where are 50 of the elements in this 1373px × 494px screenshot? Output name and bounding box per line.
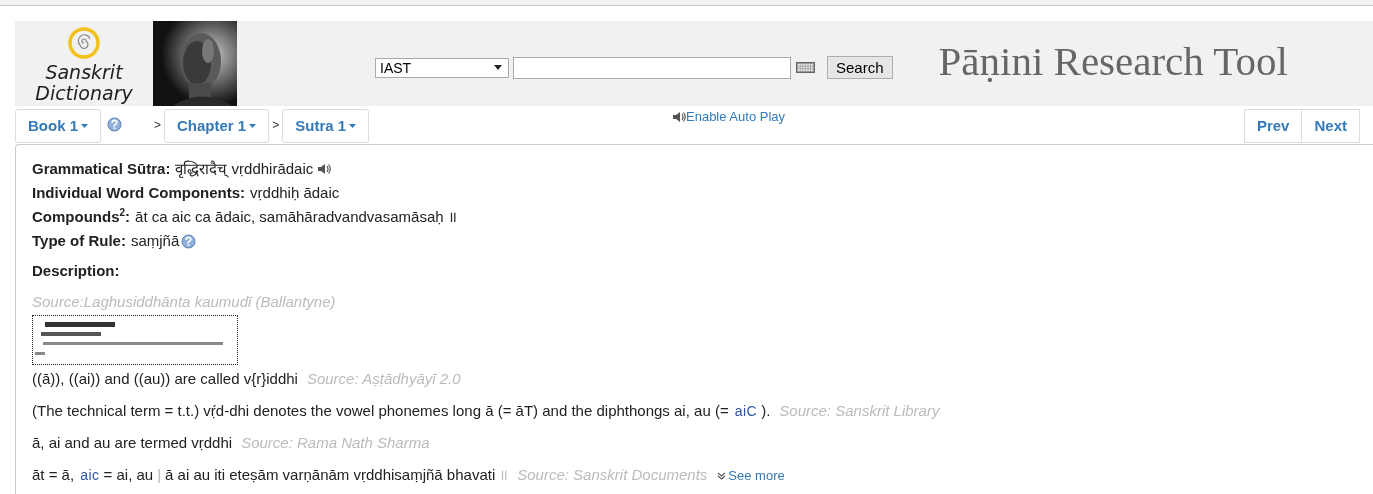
field-label: Grammatical Sūtra: [32,159,171,179]
source-text: Source: Rama Nath Sharma [241,433,430,453]
logo-text: Sanskrit [45,62,123,83]
entry-text: ā, ai and au are termed vṛddhi [32,433,233,453]
entry-text: ((ā)), ((ai)) and ((au)) are called v{r}iddhi [32,369,298,389]
sutra-dropdown[interactable]: Sutra 1 [282,108,370,143]
section-heading: Description: [32,261,121,281]
field-label: Type of Rule: [32,231,126,251]
source-text: Source:Laghusiddhānta kaumudī (Ballantyne) [32,292,337,312]
caret-icon [349,123,357,128]
breadcrumb-separator: > [272,117,280,132]
help-icon[interactable] [107,117,122,132]
search-button[interactable]: Search [827,56,893,79]
dropdown-arrow-icon [494,65,502,70]
field-value: vṛddhiḥ ādaic [250,183,340,203]
danda-mark: | [157,465,162,485]
chapter-dropdown[interactable]: Chapter 1 [164,108,270,143]
danda-mark: ॥ [499,465,509,485]
entry-text: ). [761,401,771,421]
field-label: Individual Word Components: [32,183,246,203]
entry-text: āt = ā, [32,465,75,485]
entry-text: = ai, au [103,465,154,485]
logo-text: Dictionary [35,83,133,104]
see-more-link[interactable]: See more [728,466,785,486]
search-field[interactable] [513,56,791,79]
next-button[interactable]: Next [1301,108,1360,143]
script-select[interactable]: IAST [375,57,509,78]
prev-button[interactable]: Prev [1243,108,1303,143]
field-value: वृद्धिरादैच् vṛddhirādaic [175,159,314,180]
source-text: Source: Sanskrit Documents [517,465,708,485]
breadcrumb-separator: > [154,117,162,132]
speaker-icon [672,110,686,123]
caret-icon [249,123,257,128]
auto-play-link[interactable]: Enable Auto Play [686,109,786,124]
field-value: saṃjñā [130,231,180,251]
source-text: Source: Aṣṭādhyāyī 2.0 [306,369,461,389]
site-title: Pāṇini Research Tool [938,36,1288,85]
caret-icon [81,123,88,128]
speaker-icon [317,163,332,175]
field-label: Compounds$^{2}$: [32,206,131,227]
help-icon [181,233,197,249]
entry-text: ā ai au iti eteṣām varṇānām vṛddhisaṃjñā bhavati [165,465,496,485]
term-link[interactable]: aiC [734,401,758,421]
term-link[interactable]: aic [80,465,100,485]
book-dropdown[interactable]: Book 1 [15,108,101,143]
source-text: Source: Sanskrit Library [779,401,940,421]
chevron-down-icon [717,472,727,480]
entry-text: (The technical term = t.t.) vṛ́d-dhi denotes the vowel phonemes long ā (= āT) and the diphthongs ai, au (= [32,401,729,421]
field-value: āt ca aic ca ādaic, samāhāradvandvasamāsaḥ ॥ [135,207,457,227]
keyboard-icon [796,62,815,73]
